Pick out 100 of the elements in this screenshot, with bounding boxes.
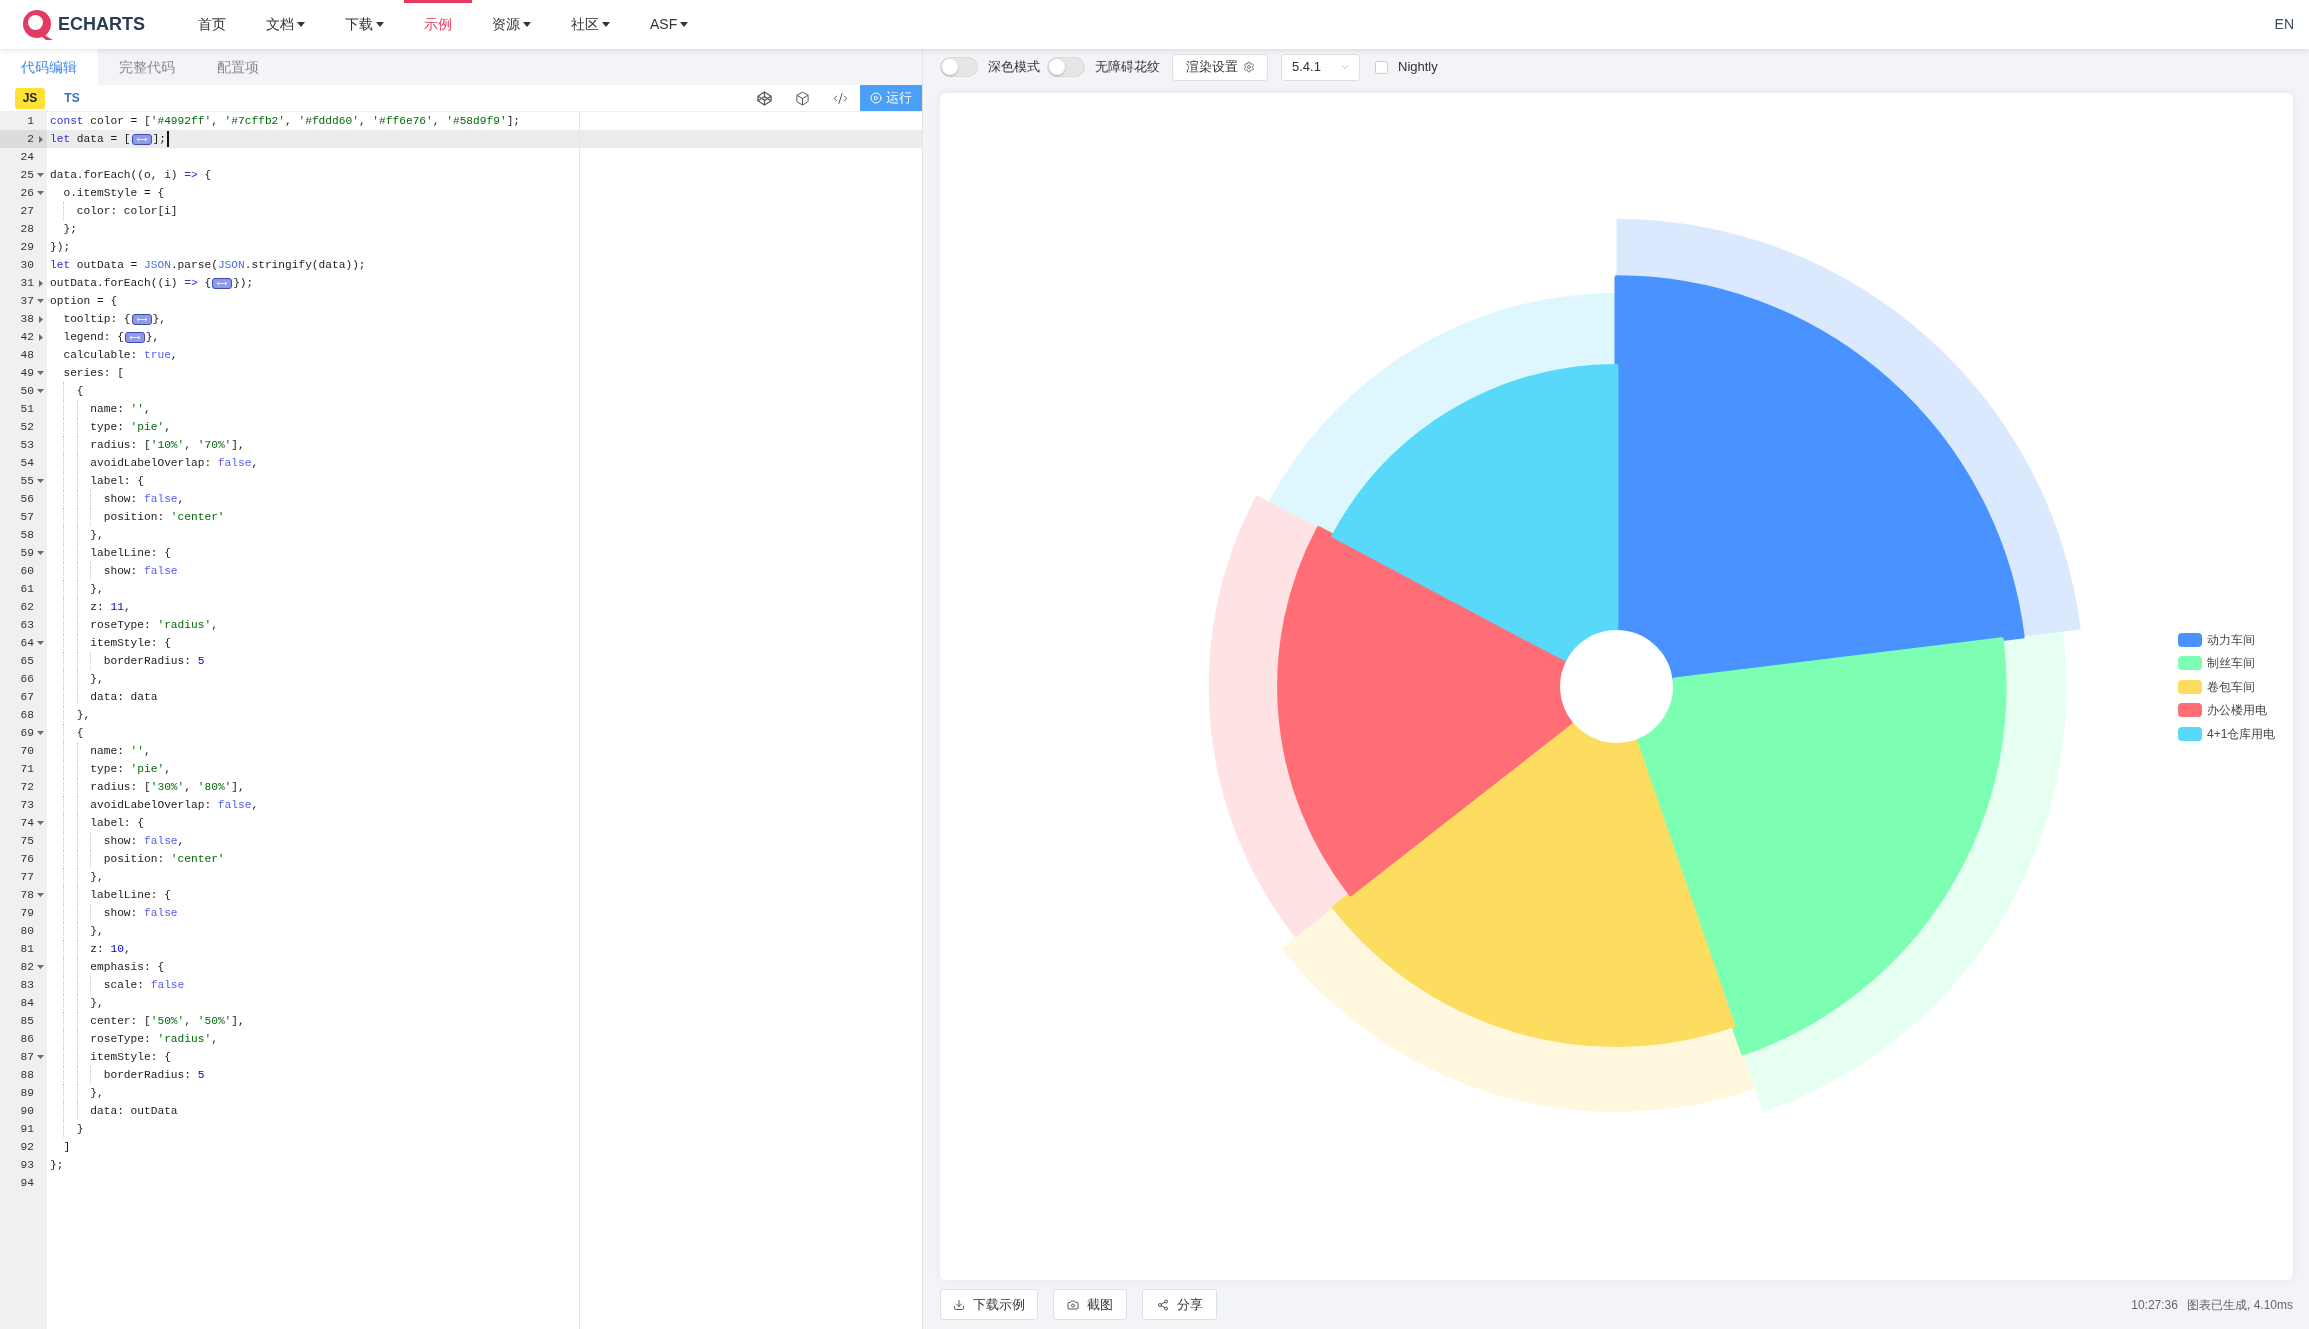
fold-arrow-icon[interactable] [37,731,44,735]
code-text: itemStyle: { [90,635,171,651]
code-text: }, [152,311,166,327]
fold-arrow-icon[interactable] [37,299,44,303]
line-number: 82 [19,959,34,975]
logo-text[interactable]: ECHARTS [58,11,145,38]
settings-button[interactable]: 渲染设置 [1172,53,1268,81]
version-select[interactable]: 5.4.1 [1281,53,1360,81]
checkbox[interactable] [1375,60,1388,74]
line-number: 66 [19,671,34,687]
fold-arrow-icon[interactable] [37,821,44,825]
line-number: 68 [19,707,34,723]
fold-arrow-icon[interactable] [37,641,44,645]
line-number: 73 [19,797,34,813]
code-text: ] [63,1139,71,1155]
legend-item[interactable]: 动力车间 [2178,632,2276,647]
line-number: 92 [19,1139,34,1155]
screenshot-button[interactable]: 截图 [1053,1289,1127,1320]
code-text: }, [90,1085,104,1101]
gear-icon [1242,61,1255,73]
line-number: 62 [19,599,34,615]
language-tab[interactable]: TS [57,87,87,109]
legend-item[interactable]: 制丝车间 [2178,656,2276,670]
caret-icon [680,22,689,27]
nav-link[interactable]: 首页 [178,0,246,49]
line-number: 37 [19,293,34,309]
line-number: 63 [19,617,34,633]
fold-arrow-icon[interactable] [38,135,43,143]
fold-arrow-icon[interactable] [37,1055,44,1059]
fold-arrow-icon[interactable] [38,279,43,287]
fold-placeholder-icon[interactable] [131,313,152,325]
nav-link[interactable]: ASF [630,0,709,49]
language-tab[interactable]: JS [15,87,45,109]
code-text: avoidLabelOverlap: false, [90,797,259,813]
fold-arrow-icon[interactable] [37,479,44,483]
line-number: 89 [19,1085,34,1101]
line-number: 49 [19,365,34,381]
code-text: show: false [103,905,178,921]
fold-arrow-icon[interactable] [38,315,43,323]
legend-item[interactable]: 卷包车间 [2178,679,2276,694]
nav-link[interactable]: 下载 [325,0,404,49]
line-number: 64 [19,635,34,651]
editor-tab[interactable]: 代码编辑 [0,49,98,85]
line-number: 59 [19,545,34,561]
fold-placeholder-icon[interactable] [131,133,152,145]
code-text: }, [90,671,104,687]
fold-arrow-icon[interactable] [37,389,44,393]
caret-icon [297,22,305,27]
share-button[interactable]: 分享 [1142,1289,1217,1320]
line-number: 38 [19,311,34,327]
code-text: color: color[i] [76,203,178,219]
fold-arrow-icon[interactable] [37,191,44,195]
fold-arrow-icon[interactable] [37,371,44,375]
wireframe-cube-icon[interactable] [757,90,772,106]
status-message: 图表已生成, 4.10ms [2186,1296,2293,1314]
fold-arrow-icon[interactable] [37,965,44,969]
fold-arrow-icon[interactable] [37,551,44,555]
line-number: 65 [19,653,34,669]
toggle-switch[interactable] [940,57,978,77]
line-number: 48 [19,347,34,363]
code-text: calculable: true, [63,347,178,363]
line-number: 71 [19,761,34,777]
logo-icon[interactable] [22,8,54,41]
line-number: 77 [19,869,34,885]
code-text: }, [90,869,104,885]
code-text: data: data [90,689,158,705]
caret-icon [376,22,384,27]
toggle-label: 深色模式 [988,58,1040,77]
code-text: name: '', [90,401,151,417]
nav-link[interactable]: 社区 [551,0,630,49]
language-link[interactable]: EN [2274,14,2294,35]
code-text: }); [50,239,71,255]
line-number: 70 [19,743,34,759]
fold-placeholder-icon[interactable] [124,331,145,343]
code-text: name: '', [90,743,151,759]
line-number: 75 [19,833,34,849]
code-icon[interactable] [833,90,848,106]
code-text: { [76,725,84,741]
nav-link[interactable]: 文档 [246,0,325,49]
toggle-switch[interactable] [1047,57,1085,77]
code-text: avoidLabelOverlap: false, [90,455,259,471]
line-number: 2 [26,131,34,147]
line-number: 88 [19,1067,34,1083]
fold-arrow-icon[interactable] [37,893,44,897]
code-text: option = { [50,293,118,309]
line-number: 1 [26,113,34,129]
line-number: 56 [19,491,34,507]
legend-item[interactable]: 办公楼用电 [2178,703,2276,717]
code-text: }, [90,995,104,1011]
download-button[interactable]: 下载示例 [940,1289,1038,1320]
line-number: 76 [19,851,34,867]
fold-arrow-icon[interactable] [37,173,44,177]
fold-placeholder-icon[interactable] [212,277,233,289]
nav-link[interactable]: 资源 [472,0,551,49]
fold-arrow-icon[interactable] [38,333,43,341]
code-text: }); [233,275,254,291]
cube-icon[interactable] [795,90,810,106]
code-text: }, [90,923,104,939]
legend-item[interactable]: 4+1仓库用电 [2178,726,2276,741]
code-text: type: 'pie', [90,761,171,777]
